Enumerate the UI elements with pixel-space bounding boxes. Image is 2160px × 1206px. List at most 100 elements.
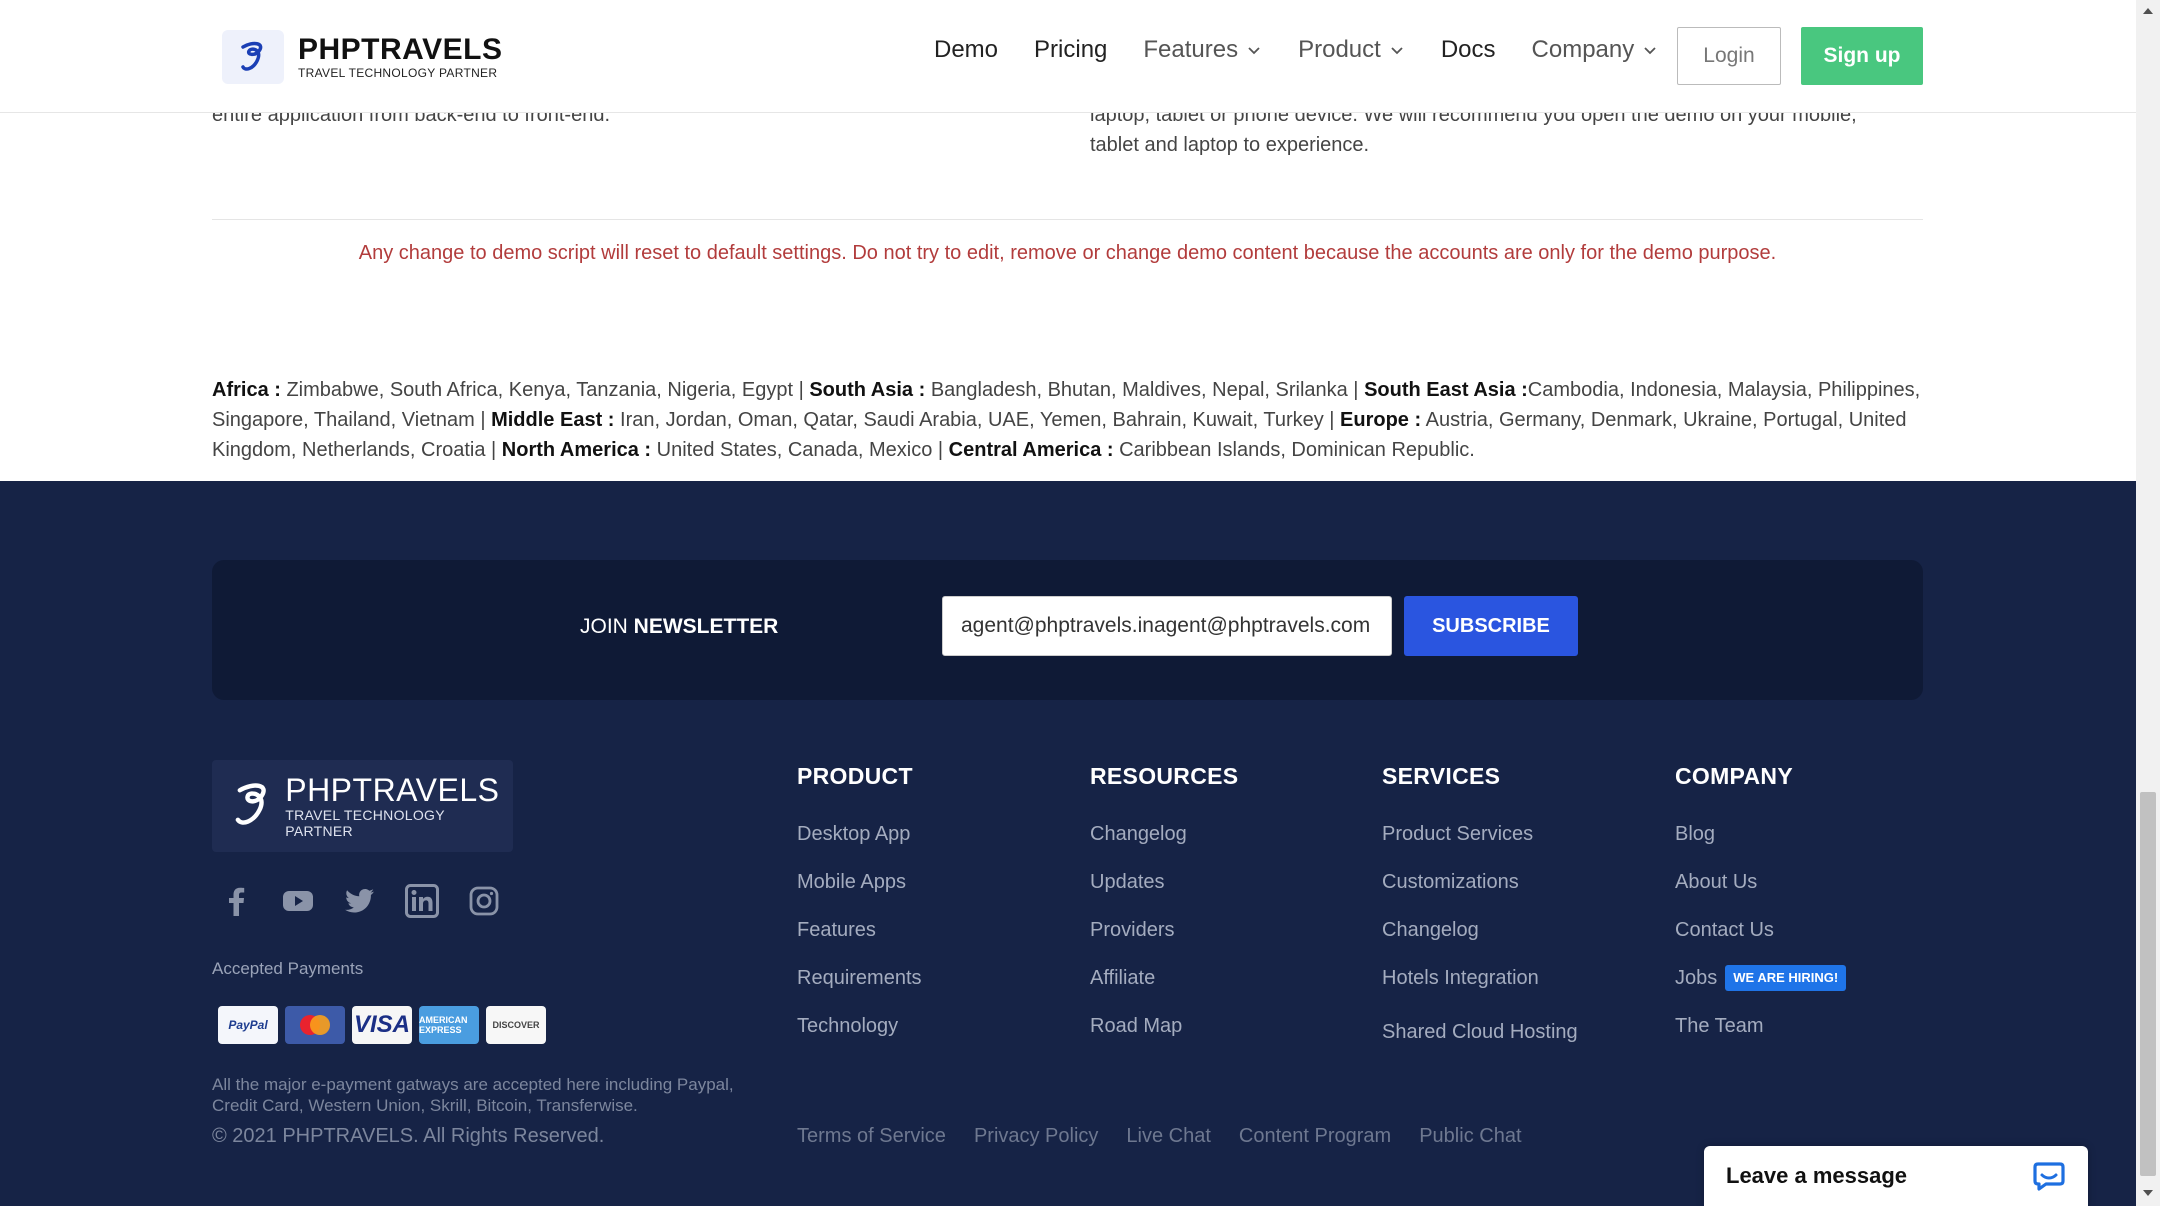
bottom-link[interactable]: Live Chat [1126,1125,1211,1148]
jobs-label: Jobs [1675,967,1718,989]
brand-tagline: TRAVEL TECHNOLOGY PARTNER [298,66,498,80]
paypal-card-icon: PayPal [218,1006,278,1044]
footer-link-jobs[interactable]: Jobs WE ARE HIRING! [1675,964,1847,1012]
footer-col-product: PRODUCT Desktop App Mobile Apps Features… [797,763,922,1060]
scroll-down-arrow-icon[interactable] [2143,1190,2153,1196]
footer-col-title: SERVICES [1382,763,1501,789]
footer-link[interactable]: Blog [1675,820,1846,868]
bottom-link[interactable]: Privacy Policy [974,1125,1098,1148]
demo-notice: Any change to demo script will reset to … [358,242,1777,264]
footer-link[interactable]: Product Services [1382,820,1578,868]
region-name: North America : [501,439,652,461]
footer-link[interactable]: The Team [1675,1012,1846,1060]
footer-col-title: RESOURCES [1090,763,1239,789]
youtube-icon[interactable] [280,883,316,919]
facebook-icon[interactable] [218,883,254,919]
chat-bubble-icon [2033,1162,2065,1191]
payment-cards: PayPal VISA AMERICAN EXPRESS DISCOVER [218,1006,553,1044]
nav-company[interactable]: Company [1532,36,1659,64]
nav-pricing[interactable]: Pricing [1034,36,1107,64]
main-nav: Demo Pricing Features Product Docs Compa… [934,36,1694,64]
signup-button[interactable]: Sign up [1801,27,1923,85]
twitter-icon[interactable] [342,883,378,919]
region-countries: Bangladesh, Bhutan, Maldives, Nepal, Sri… [925,379,1365,401]
linkedin-icon[interactable] [404,883,440,919]
newsletter-box: JOIN NEWSLETTER SUBSCRIBE [212,560,1923,700]
subscribe-button[interactable]: SUBSCRIBE [1404,596,1578,656]
hiring-badge: WE ARE HIRING! [1725,965,1847,991]
brand-logo[interactable]: PHPTRAVELS TRAVEL TECHNOLOGY PARTNER [222,30,502,84]
instagram-icon[interactable] [466,883,502,919]
footer-col-resources: RESOURCES Changelog Updates Providers Af… [1090,763,1238,1060]
newsletter-email-input[interactable] [942,596,1392,656]
page-scrollbar[interactable] [2136,0,2160,1206]
region-name: South Asia : [809,379,926,401]
amex-card-icon: AMERICAN EXPRESS [419,1006,479,1044]
footer-link[interactable]: Road Map [1090,1012,1238,1060]
chevron-down-icon [1391,47,1403,55]
newsletter-label-bold: NEWSLETTER [633,615,779,638]
nav-features-label: Features [1143,36,1239,63]
footer-link[interactable]: Changelog [1090,820,1238,868]
visa-card-icon: VISA [352,1006,412,1044]
mastercard-card-icon [285,1006,345,1044]
footer-link[interactable]: Customizations [1382,868,1578,916]
region-name: Europe : [1340,409,1422,431]
footer-col-services: SERVICES Product Services Customizations… [1382,763,1578,1066]
bottom-link[interactable]: Terms of Service [797,1125,946,1148]
site-footer: JOIN NEWSLETTER SUBSCRIBE PHPTRAVELS TRA… [0,481,2136,1206]
footer-logo[interactable]: PHPTRAVELS TRAVEL TECHNOLOGY PARTNER [212,760,513,852]
chevron-down-icon [1248,47,1260,55]
footer-link[interactable]: About Us [1675,868,1846,916]
region-name: Middle East : [491,409,615,431]
footer-link[interactable]: Requirements [797,964,922,1012]
region-countries: Caribbean Islands, Dominican Republic. [1113,439,1475,461]
footer-brand-name: PHPTRAVELS [285,772,500,808]
nav-features[interactable]: Features [1143,36,1262,64]
newsletter-label: JOIN NEWSLETTER [580,615,778,639]
footer-link[interactable]: Providers [1090,916,1238,964]
scroll-up-arrow-icon[interactable] [2143,8,2153,14]
footer-link[interactable]: Features [797,916,922,964]
footer-col-title: PRODUCT [797,763,913,789]
nav-demo[interactable]: Demo [934,36,998,64]
bottom-link[interactable]: Content Program [1239,1125,1391,1148]
footer-col-title: COMPANY [1675,763,1793,789]
social-links [218,883,528,919]
payment-note: All the major e-payment gatways are acce… [212,1075,734,1115]
footer-col-company: COMPANY Blog About Us Contact Us Jobs WE … [1675,763,1847,1060]
footer-link[interactable]: Updates [1090,868,1238,916]
footer-link[interactable]: Desktop App [797,820,922,868]
copyright: © 2021 PHPTRAVELS. All Rights Reserved. [212,1125,605,1147]
nav-product[interactable]: Product [1298,36,1405,64]
footer-link[interactable]: Affiliate [1090,964,1238,1012]
region-countries: Zimbabwe, South Africa, Kenya, Tanzania,… [280,379,810,401]
brand-name: PHPTRAVELS [298,33,503,66]
region-name: South East Asia : [1364,379,1528,401]
region-countries: United States, Canada, Mexico | [651,439,949,461]
brand-logo-icon [222,30,284,84]
region-countries: Iran, Jordan, Oman, Qatar, Saudi Arabia,… [614,409,1341,431]
nav-docs[interactable]: Docs [1441,36,1496,64]
site-header: PHPTRAVELS TRAVEL TECHNOLOGY PARTNER Dem… [0,0,2136,113]
newsletter-label-prefix: JOIN [580,615,634,638]
chat-widget[interactable]: Leave a message [1704,1146,2088,1206]
discover-card-icon: DISCOVER [486,1006,546,1044]
divider [212,219,1923,220]
scroll-thumb[interactable] [2140,792,2156,1176]
footer-link[interactable]: Hotels Integration [1382,964,1578,1012]
footer-link[interactable]: Contact Us [1675,916,1846,964]
footer-brand-tagline: TRAVEL TECHNOLOGY PARTNER [285,807,445,839]
footer-link[interactable]: Technology [797,1012,922,1060]
bottom-links: Terms of Service Privacy Policy Live Cha… [797,1125,1550,1148]
bottom-link[interactable]: Public Chat [1419,1125,1521,1148]
region-name: Central America : [948,439,1114,461]
footer-link[interactable]: Mobile Apps [797,868,922,916]
region-name: Africa : [212,379,281,401]
footer-link[interactable]: Shared Cloud Hosting [1382,1018,1578,1066]
login-button[interactable]: Login [1677,27,1781,85]
nav-product-label: Product [1298,36,1381,63]
footer-link[interactable]: Changelog [1382,916,1578,964]
regions-list: Africa : Zimbabwe, South Africa, Kenya, … [212,375,1923,465]
accepted-payments-label: Accepted Payments [212,959,364,978]
